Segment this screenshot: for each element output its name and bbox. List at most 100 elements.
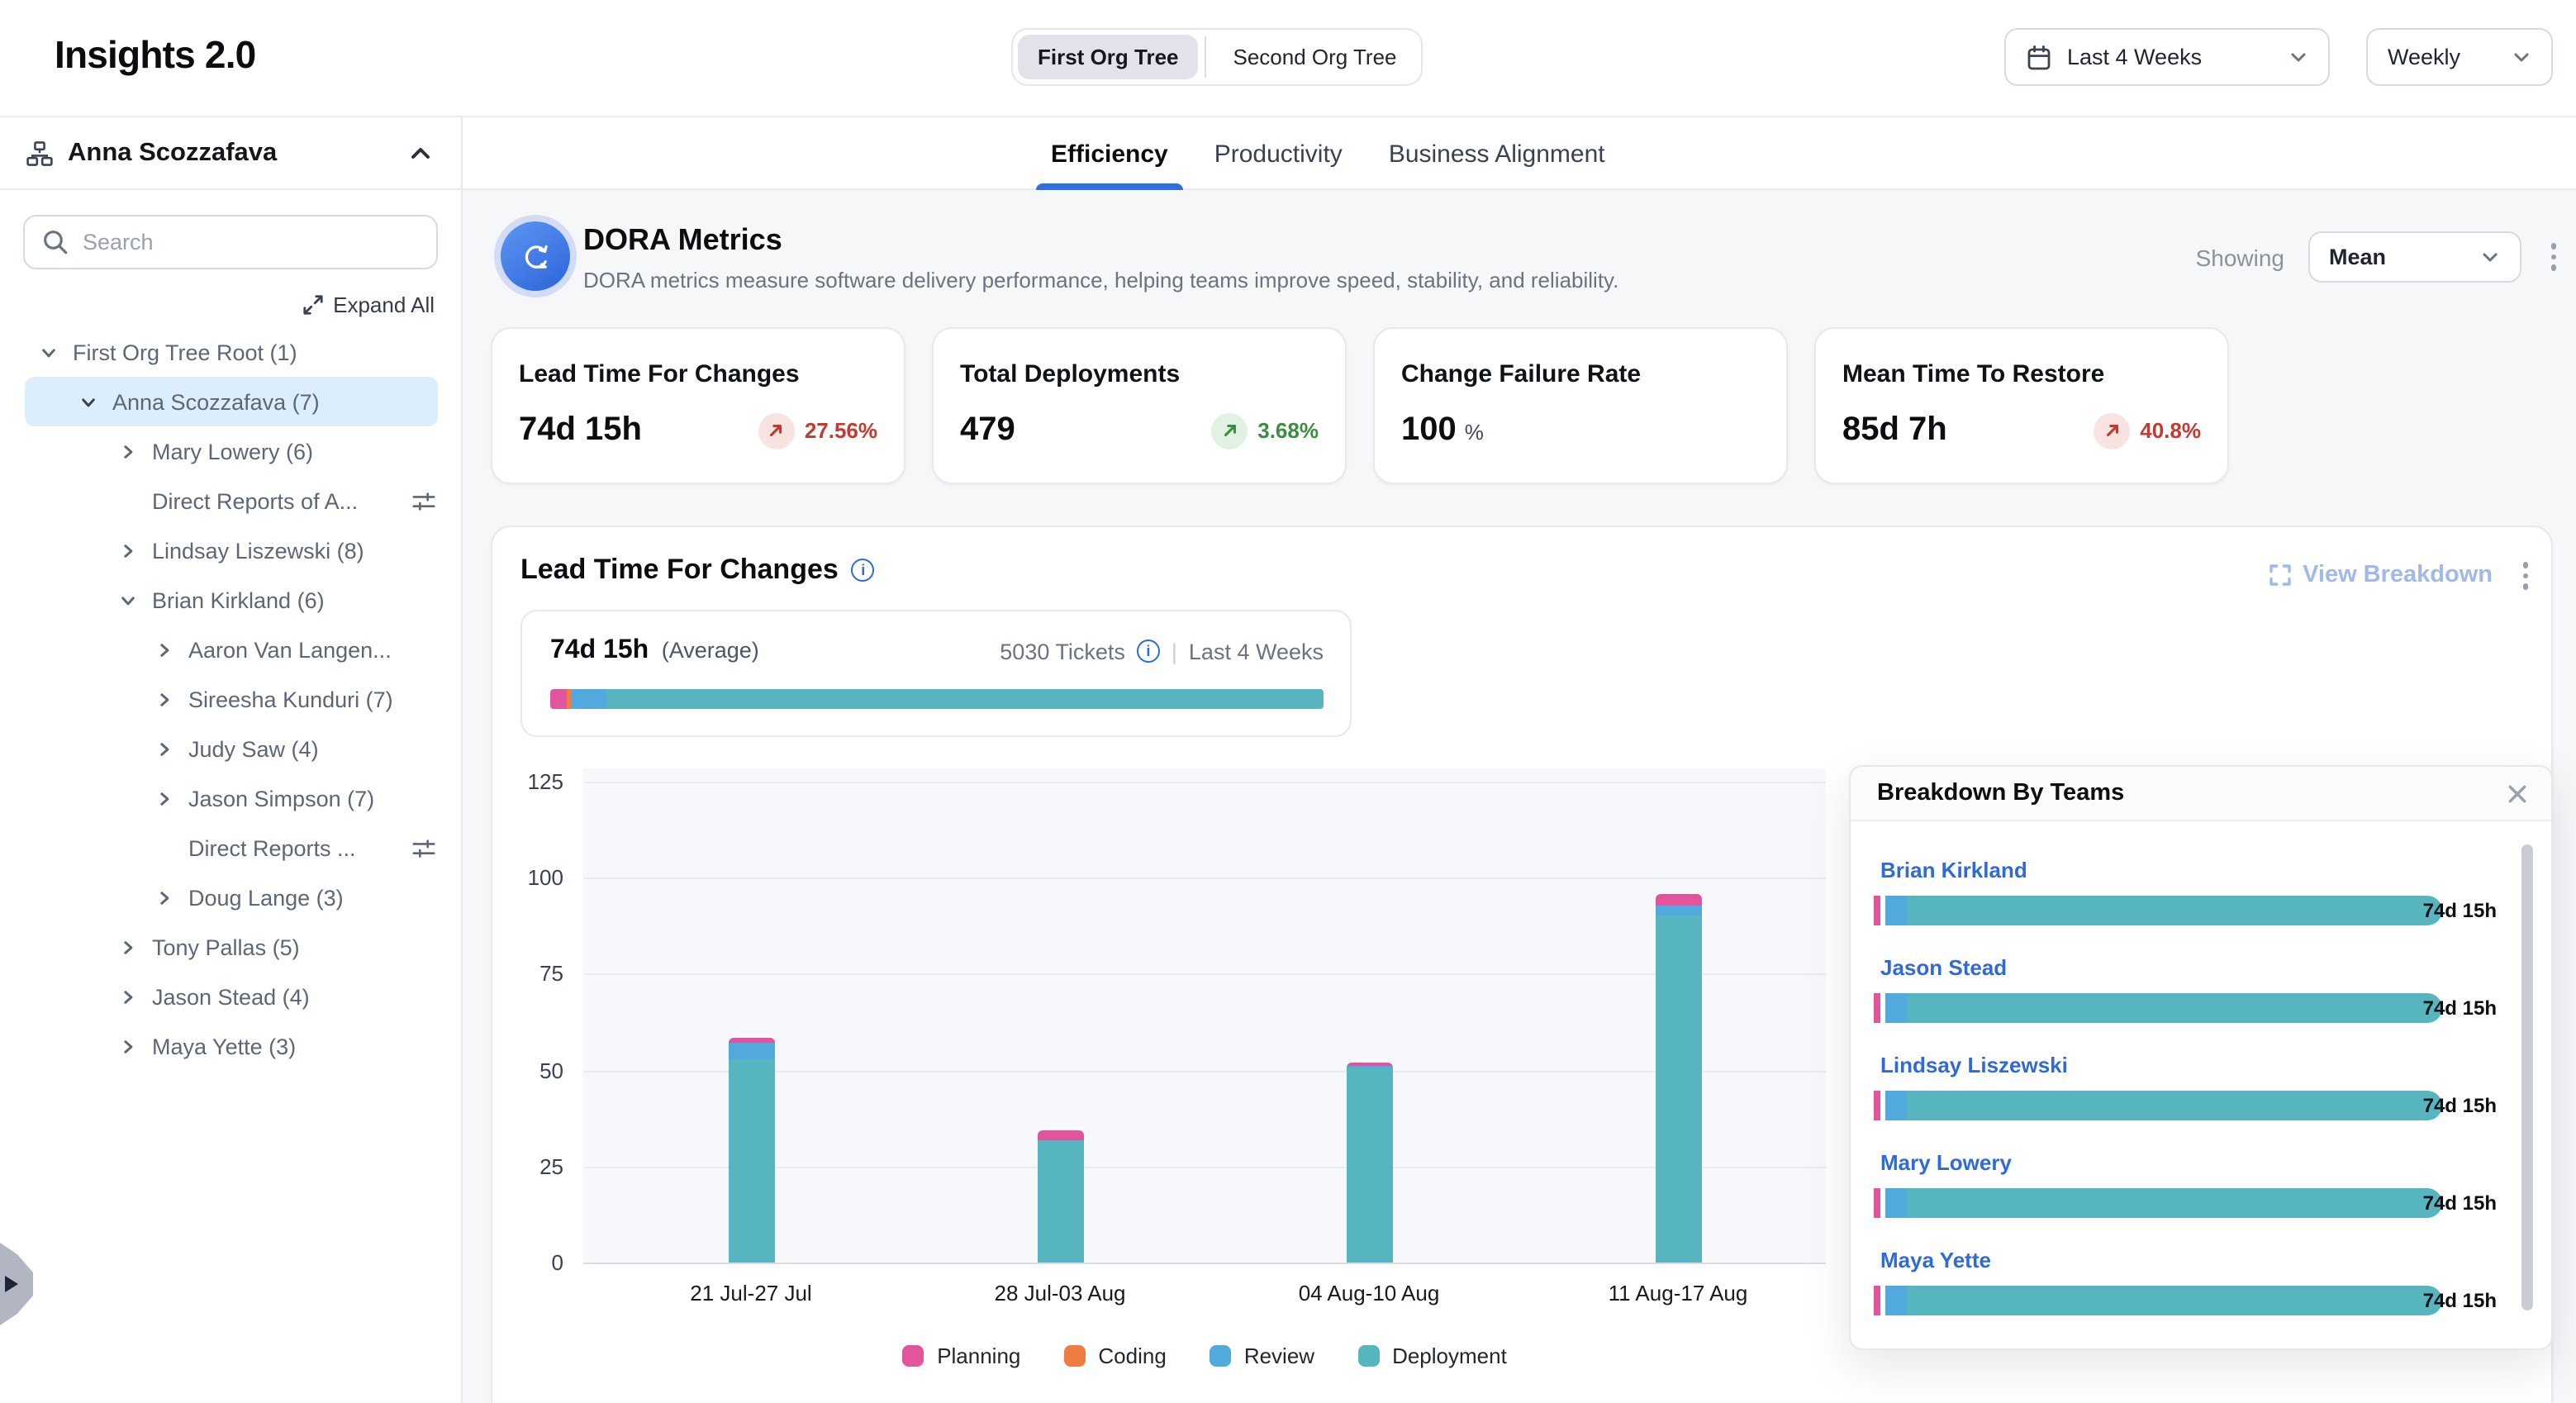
- first-org-tree-button[interactable]: First Org Tree: [1018, 35, 1199, 79]
- tree-item-sireesha-kunduri[interactable]: Sireesha Kunduri (7): [0, 674, 461, 724]
- team-bar-segment-planning: [1874, 1188, 1880, 1218]
- header-controls: Last 4 Weeks Weekly: [2004, 28, 2553, 86]
- sidebar-collapse-button[interactable]: [405, 138, 435, 168]
- metric-card-total-deployments[interactable]: Total Deployments 479 3.68%: [932, 327, 1347, 484]
- tree-item-judy-saw[interactable]: Judy Saw (4): [0, 724, 461, 773]
- chart-bar[interactable]: [1655, 893, 1701, 1263]
- filter-sliders-icon[interactable]: [411, 835, 436, 860]
- metric-card-change-failure-rate[interactable]: Change Failure Rate 100 %: [1373, 327, 1788, 484]
- sidebar-resize-handle[interactable]: [0, 1243, 33, 1325]
- chevron-right-icon[interactable]: [152, 687, 175, 711]
- team-name-link[interactable]: Lindsay Liszewski: [1880, 1053, 2068, 1079]
- chart-bar-segment-deployment: [728, 1058, 774, 1263]
- chevron-right-icon[interactable]: [152, 638, 175, 661]
- team-bar-segment-planning: [1874, 1286, 1880, 1315]
- team-bar-segment-deployment: [1907, 993, 2442, 1023]
- tree-item-brian-kirkland[interactable]: Brian Kirkland (6): [0, 575, 461, 625]
- tab-efficiency[interactable]: Efficiency: [1048, 117, 1172, 190]
- chevron-down-icon[interactable]: [76, 390, 99, 413]
- tree-item-first-org-tree-root[interactable]: First Org Tree Root (1): [0, 327, 461, 377]
- metric-value: 479: [960, 411, 1015, 449]
- trend-percent: 40.8%: [2140, 418, 2201, 443]
- metric-card-lead-time[interactable]: Lead Time For Changes 74d 15h 27.56%: [491, 327, 905, 484]
- tree-item-jason-stead[interactable]: Jason Stead (4): [0, 972, 461, 1021]
- info-icon[interactable]: i: [1137, 640, 1160, 663]
- tickets-count: 5030 Tickets: [1000, 639, 1125, 663]
- efficiency-content: DORA Metrics DORA metrics measure softwa…: [463, 190, 2576, 1403]
- aggregation-select[interactable]: Mean: [2307, 231, 2521, 283]
- team-bar-segment-review: [1885, 1286, 1907, 1315]
- tree-item-direct-reports-of-brian[interactable]: Direct Reports ...: [0, 823, 461, 873]
- expand-all-icon: [302, 294, 323, 316]
- chart-bar-segment-review: [728, 1042, 774, 1058]
- close-button[interactable]: [2503, 779, 2531, 807]
- chart-bar[interactable]: [1346, 1063, 1392, 1263]
- tree-item-maya-yette[interactable]: Maya Yette (3): [0, 1021, 461, 1071]
- chevron-down-icon[interactable]: [116, 588, 139, 611]
- legend-item[interactable]: Planning: [902, 1344, 1020, 1368]
- team-bar-segment-deployment: [1907, 1188, 2442, 1218]
- tree-item-label: Aaron Van Langen...: [188, 637, 392, 662]
- tree-item-label: First Org Tree Root (1): [73, 340, 297, 364]
- team-row: Mary Lowery 74d 15h: [1874, 1149, 2528, 1218]
- chevron-right-icon[interactable]: [116, 935, 139, 958]
- x-axis-label: 04 Aug-10 Aug: [1299, 1281, 1440, 1306]
- legend-item[interactable]: Review: [1210, 1344, 1314, 1368]
- bar-slot: 28 Jul-03 Aug: [905, 768, 1214, 1263]
- chevron-down-icon: [2479, 247, 2499, 267]
- team-name-link[interactable]: Mary Lowery: [1880, 1150, 2012, 1177]
- chevron-right-icon[interactable]: [116, 440, 139, 463]
- y-axis-label: 25: [539, 1154, 563, 1179]
- average-value-label: 74d 15h (Average): [550, 636, 759, 666]
- team-name-link[interactable]: Maya Yette: [1880, 1248, 1991, 1274]
- granularity-select[interactable]: Weekly: [2366, 28, 2553, 86]
- chevron-right-icon[interactable]: [152, 737, 175, 760]
- tree-item-tony-pallas[interactable]: Tony Pallas (5): [0, 922, 461, 972]
- legend-item[interactable]: Coding: [1063, 1344, 1166, 1368]
- chevron-right-icon[interactable]: [116, 985, 139, 1008]
- chart-legend: Planning Coding Review Deployment: [583, 1344, 1826, 1368]
- metric-card-mean-time-to-restore[interactable]: Mean Time To Restore 85d 7h 40.8%: [1814, 327, 2229, 484]
- tree-item-anna-scozzafava[interactable]: Anna Scozzafava (7): [25, 377, 438, 426]
- average-summary-card: 74d 15h (Average) 5030 Tickets i | Last …: [520, 610, 1352, 737]
- dora-menu-kebab-icon[interactable]: [2544, 237, 2563, 278]
- tree-item-doug-lange[interactable]: Doug Lange (3): [0, 873, 461, 922]
- chevron-right-icon[interactable]: [152, 787, 175, 810]
- metric-title: Mean Time To Restore: [1842, 360, 2201, 388]
- scrollbar-thumb[interactable]: [2521, 844, 2533, 1310]
- tree-item-lindsay-liszewski[interactable]: Lindsay Liszewski (8): [0, 526, 461, 575]
- expand-all-button[interactable]: Expand All: [0, 292, 435, 317]
- trend-up-arrow-icon: [758, 412, 795, 449]
- chevron-right-icon[interactable]: [116, 539, 139, 562]
- filter-sliders-icon[interactable]: [411, 488, 436, 513]
- chevron-right-icon[interactable]: [152, 886, 175, 909]
- metric-title: Change Failure Rate: [1401, 360, 1760, 388]
- chevron-down-icon[interactable]: [36, 340, 59, 364]
- legend-swatch: [1210, 1345, 1231, 1367]
- chevron-right-icon[interactable]: [116, 1034, 139, 1058]
- bar-slot: 04 Aug-10 Aug: [1214, 768, 1523, 1263]
- chart-menu-kebab-icon[interactable]: [2516, 555, 2535, 596]
- team-value: 74d 15h: [2423, 1191, 2497, 1215]
- tree-item-aaron-van-langen[interactable]: Aaron Van Langen...: [0, 625, 461, 674]
- chart-bar[interactable]: [1037, 1130, 1083, 1263]
- chart-bar[interactable]: [728, 1038, 774, 1263]
- chart-card-title: Lead Time For Changes: [520, 554, 839, 587]
- gridline: [583, 1263, 1826, 1264]
- date-range-select[interactable]: Last 4 Weeks: [2004, 28, 2330, 86]
- tab-productivity[interactable]: Productivity: [1211, 117, 1346, 190]
- view-breakdown-button[interactable]: View Breakdown: [2268, 563, 2493, 589]
- tree-item-jason-simpson[interactable]: Jason Simpson (7): [0, 773, 461, 823]
- legend-item[interactable]: Deployment: [1357, 1344, 1507, 1368]
- x-axis-label: 28 Jul-03 Aug: [994, 1281, 1125, 1306]
- tab-business-alignment[interactable]: Business Alignment: [1385, 117, 1609, 190]
- metric-number: 100: [1401, 411, 1457, 449]
- second-org-tree-button[interactable]: Second Org Tree: [1214, 35, 1417, 79]
- team-name-link[interactable]: Brian Kirkland: [1880, 858, 2027, 884]
- team-value: 74d 15h: [2423, 1094, 2497, 1117]
- tree-item-mary-lowery[interactable]: Mary Lowery (6): [0, 426, 461, 476]
- team-name-link[interactable]: Jason Stead: [1880, 955, 2007, 982]
- tree-item-direct-reports-of-anna[interactable]: Direct Reports of A...: [0, 476, 461, 526]
- search-input[interactable]: [23, 215, 438, 269]
- info-icon[interactable]: i: [852, 559, 875, 582]
